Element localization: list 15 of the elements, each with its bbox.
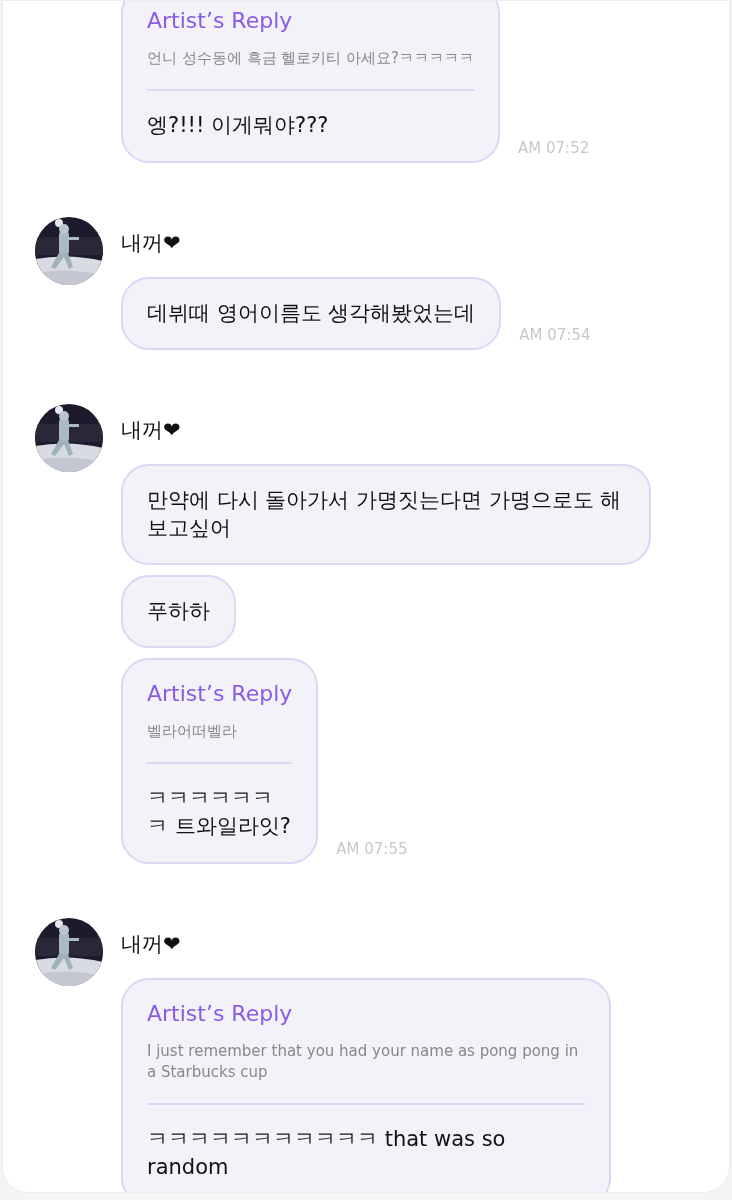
reply-text: ㅋㅋㅋㅋㅋㅋㅋ 트와일라잇? bbox=[147, 784, 292, 841]
quoted-message: 언니 성수동에 흑금 헬로키티 아세요?ㅋㅋㅋㅋㅋ bbox=[147, 47, 475, 69]
reply-title: Artist’s Reply bbox=[147, 7, 294, 35]
quoted-message: I just remember that you had your name as pong pong in a Starbucks cup bbox=[147, 1041, 580, 1083]
sender-name: 내꺼❤ bbox=[121, 931, 181, 959]
message-bubble: 푸하하 bbox=[121, 574, 236, 649]
sender-name: 내꺼❤ bbox=[121, 229, 181, 257]
sender-name: 내꺼❤ bbox=[121, 417, 181, 445]
reply-title: Artist’s Reply bbox=[147, 680, 293, 709]
quoted-message: 벨라어떠벨라 bbox=[147, 720, 238, 742]
reply-title: Artist’s Reply bbox=[147, 1000, 294, 1029]
message-bubble: 만약에 다시 돌아가서 가명짓는다면 가명으로도 해보고싶어 bbox=[121, 464, 651, 565]
reply-text: ㅋㅋㅋㅋㅋㅋㅋㅋㅋㅋㅋ that was so random bbox=[147, 1126, 507, 1182]
reply-text: 엥?!!! 이게뭐야??? bbox=[147, 111, 330, 139]
message-bubble: 데뷔때 영어이름도 생각해봤었는데 bbox=[121, 276, 502, 351]
